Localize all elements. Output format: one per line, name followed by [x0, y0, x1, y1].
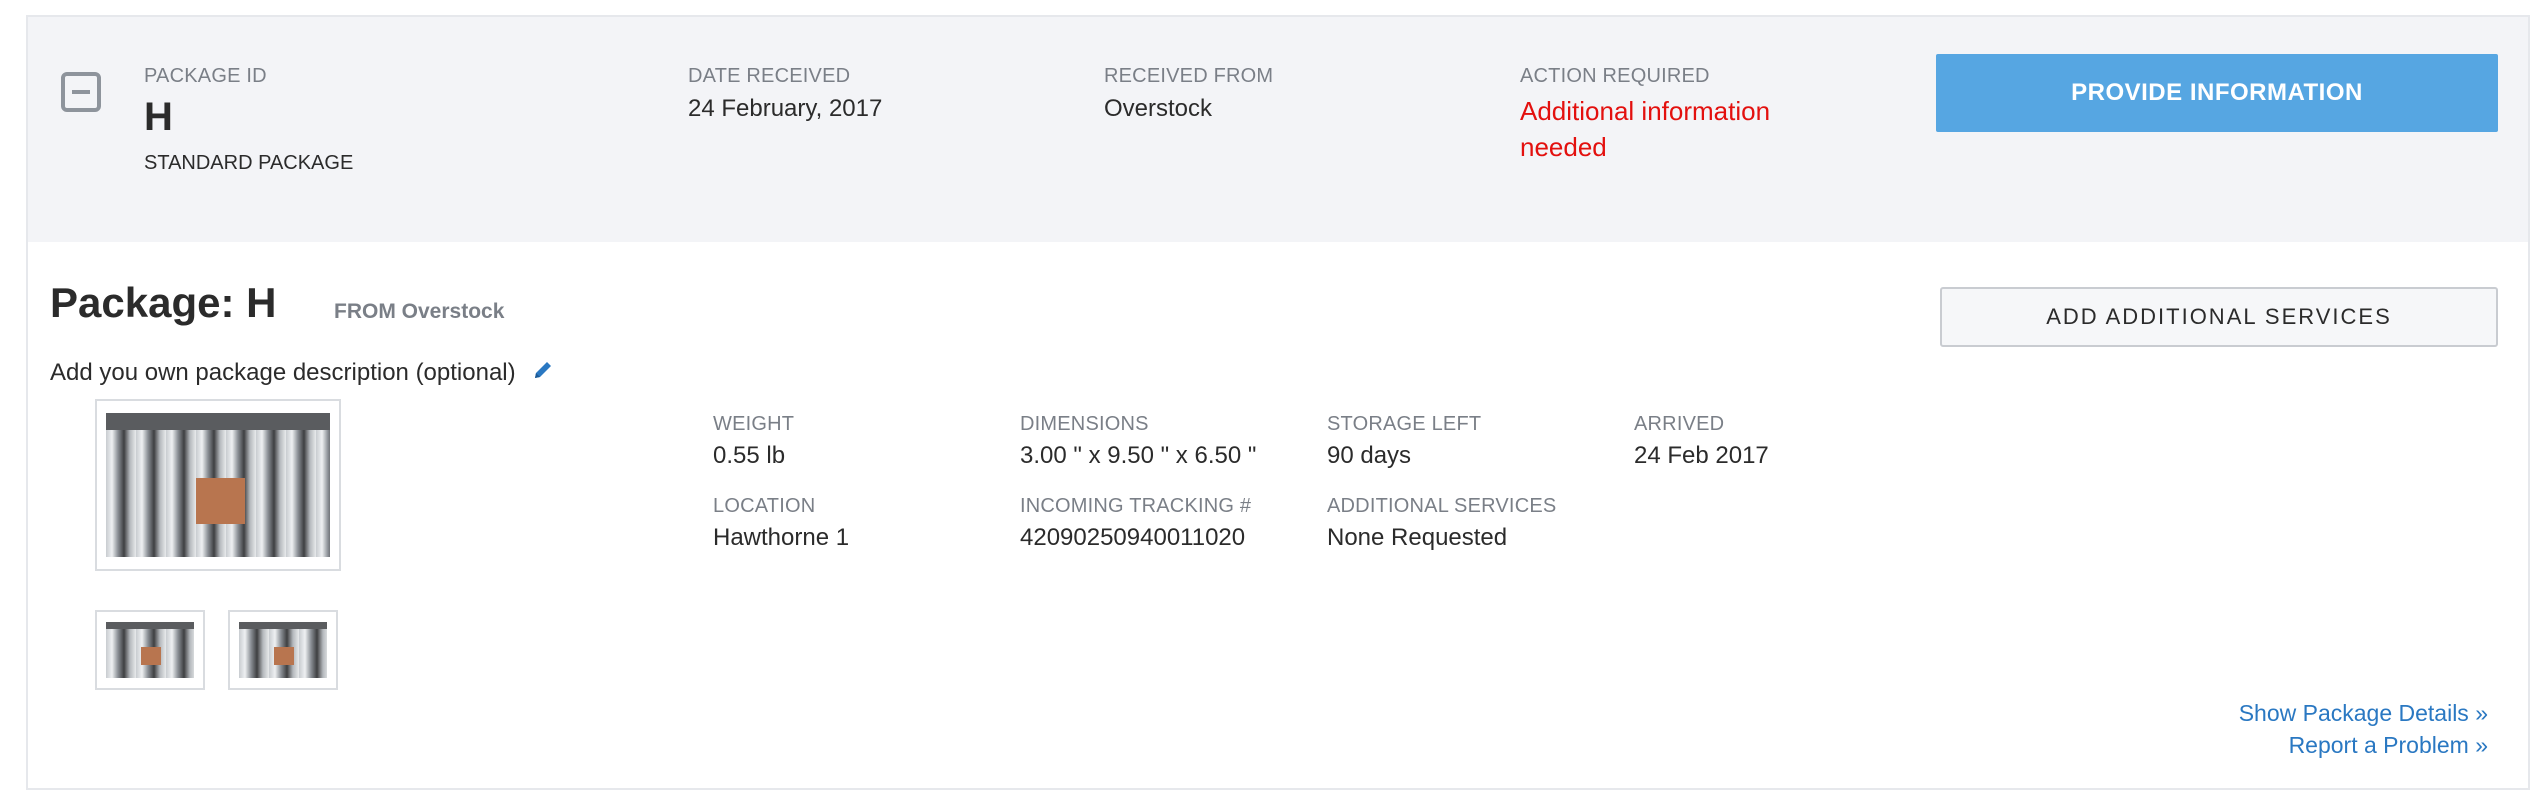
collapse-icon[interactable]	[61, 72, 101, 112]
date-received-label: DATE RECEIVED	[688, 65, 851, 87]
package-description-row[interactable]: Add you own package description (optiona…	[50, 359, 554, 388]
additional-services-value: None Requested	[1327, 524, 1508, 551]
arrived-label: ARRIVED	[1634, 413, 1725, 435]
package-title: Package: H	[50, 279, 277, 326]
storage-left-value: 90 days	[1327, 442, 1412, 469]
pencil-icon[interactable]	[532, 359, 554, 388]
weight-value: 0.55 lb	[713, 442, 786, 469]
dimensions-label: DIMENSIONS	[1020, 413, 1149, 435]
dimensions-value: 3.00 " x 9.50 " x 6.50 "	[1020, 442, 1257, 469]
incoming-tracking-label: INCOMING TRACKING #	[1020, 495, 1252, 517]
storage-left-label: STORAGE LEFT	[1327, 413, 1482, 435]
thumbnail-image	[239, 622, 327, 678]
package-card: PACKAGE ID H STANDARD PACKAGE DATE RECEI…	[26, 15, 2530, 790]
weight-label: WEIGHT	[713, 413, 795, 435]
received-from-label: RECEIVED FROM	[1104, 65, 1274, 87]
package-summary-bar: PACKAGE ID H STANDARD PACKAGE DATE RECEI…	[28, 17, 2528, 242]
package-id-value: H	[144, 95, 173, 139]
action-required-status: Additional information needed	[1520, 96, 1771, 162]
date-received-value: 24 February, 2017	[688, 95, 883, 122]
location-value: Hawthorne 1	[713, 524, 850, 551]
incoming-tracking-value: 42090250940011020	[1020, 524, 1246, 551]
additional-services-label: ADDITIONAL SERVICES	[1327, 495, 1557, 517]
location-label: LOCATION	[713, 495, 816, 517]
thumbnail-image	[106, 622, 194, 678]
show-package-details-link[interactable]: Show Package Details »	[2239, 700, 2488, 727]
add-additional-services-button[interactable]: ADD ADDITIONAL SERVICES	[1940, 287, 2498, 347]
received-from-value: Overstock	[1104, 95, 1213, 122]
package-type: STANDARD PACKAGE	[144, 152, 354, 174]
package-photo-main[interactable]	[95, 399, 341, 571]
package-photo-thumbnail[interactable]	[228, 610, 338, 690]
action-required-label: ACTION REQUIRED	[1520, 65, 1710, 87]
package-description-prompt: Add you own package description (optiona…	[50, 359, 516, 386]
package-from: FROM Overstock	[334, 300, 505, 323]
report-problem-link[interactable]: Report a Problem »	[2289, 732, 2488, 759]
package-photo-image	[106, 413, 330, 557]
provide-information-button[interactable]: PROVIDE INFORMATION	[1936, 54, 2498, 132]
arrived-value: 24 Feb 2017	[1634, 442, 1769, 469]
package-id-label: PACKAGE ID	[144, 65, 267, 87]
package-photo-thumbnail[interactable]	[95, 610, 205, 690]
